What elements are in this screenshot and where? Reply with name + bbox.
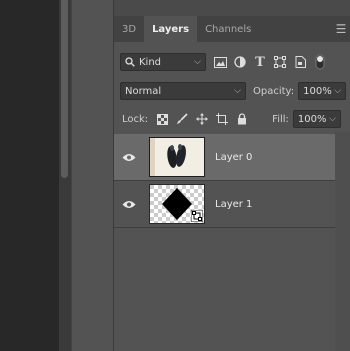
layer-0-name[interactable]: Layer 0 xyxy=(215,152,252,163)
search-icon xyxy=(125,57,135,67)
layer-0-thumbnail[interactable] xyxy=(149,137,205,177)
artboard-nesting-icon[interactable] xyxy=(212,110,232,128)
visibility-eye-icon[interactable] xyxy=(114,200,144,209)
blend-mode-value: Normal xyxy=(125,85,162,97)
shape-layer-icon xyxy=(191,210,203,222)
fill-value: 100% xyxy=(297,113,327,125)
lock-all-icon[interactable] xyxy=(232,110,252,128)
filter-kind-label: Kind xyxy=(139,56,162,68)
blend-row: Normal ⌵ Opacity: 100% ⌵ xyxy=(114,81,350,101)
chevron-down-icon[interactable]: ⌵ xyxy=(334,86,341,96)
opacity-value: 100% xyxy=(303,85,332,97)
chevron-down-icon: ⌵ xyxy=(194,57,201,67)
left-scrollbar-thumb[interactable] xyxy=(61,0,68,178)
adjustment-filter-icon[interactable] xyxy=(230,53,250,71)
layer-row-layer-1[interactable]: Layer 1 xyxy=(114,181,335,228)
fill-field[interactable]: 100% ⌵ xyxy=(292,110,341,128)
image-filter-icon[interactable] xyxy=(210,53,230,71)
smart-object-filter-icon[interactable] xyxy=(290,53,310,71)
panel-tabs: 3D Layers Channels ☰ xyxy=(114,16,350,42)
visibility-eye-icon[interactable] xyxy=(114,153,144,162)
lock-position-icon[interactable] xyxy=(192,110,212,128)
layers-scrollbar[interactable] xyxy=(335,132,350,351)
chevron-down-icon: ⌵ xyxy=(234,86,241,96)
lock-transparent-pixels-icon[interactable] xyxy=(152,110,172,128)
blend-mode-select[interactable]: Normal ⌵ xyxy=(120,82,246,100)
left-scrollbar[interactable] xyxy=(59,0,71,351)
canvas-area[interactable] xyxy=(0,0,59,351)
hamburger-menu-icon[interactable]: ☰ xyxy=(333,16,349,42)
opacity-label: Opacity: xyxy=(253,85,295,97)
tab-layers[interactable]: Layers xyxy=(144,16,198,42)
layers-panel: 3D Layers Channels ☰ Kind ⌵ T Normal ⌵ O… xyxy=(113,0,350,351)
type-filter-icon[interactable]: T xyxy=(250,53,270,71)
chevron-down-icon[interactable]: ⌵ xyxy=(329,114,336,124)
tab-3d[interactable]: 3D xyxy=(114,16,144,42)
shape-filter-icon[interactable] xyxy=(270,53,290,71)
shoes-image xyxy=(150,138,204,176)
layer-1-name[interactable]: Layer 1 xyxy=(215,199,252,210)
filter-toggle-icon[interactable] xyxy=(310,53,330,71)
lock-label: Lock: xyxy=(122,113,149,125)
fill-label: Fill: xyxy=(272,113,289,125)
opacity-field[interactable]: 100% ⌵ xyxy=(298,82,347,100)
lock-image-pixels-icon[interactable] xyxy=(172,110,192,128)
layer-1-thumbnail[interactable] xyxy=(149,184,205,224)
panel-header-bar xyxy=(114,0,350,16)
filter-row: Kind ⌵ T xyxy=(114,52,350,72)
filter-kind-select[interactable]: Kind ⌵ xyxy=(120,53,206,71)
tab-channels[interactable]: Channels xyxy=(197,16,259,42)
layer-row-layer-0[interactable]: Layer 0 xyxy=(114,134,335,181)
panel-dock-gap xyxy=(71,0,113,351)
lock-row: Lock: Fill: 100% ⌵ xyxy=(114,109,350,129)
